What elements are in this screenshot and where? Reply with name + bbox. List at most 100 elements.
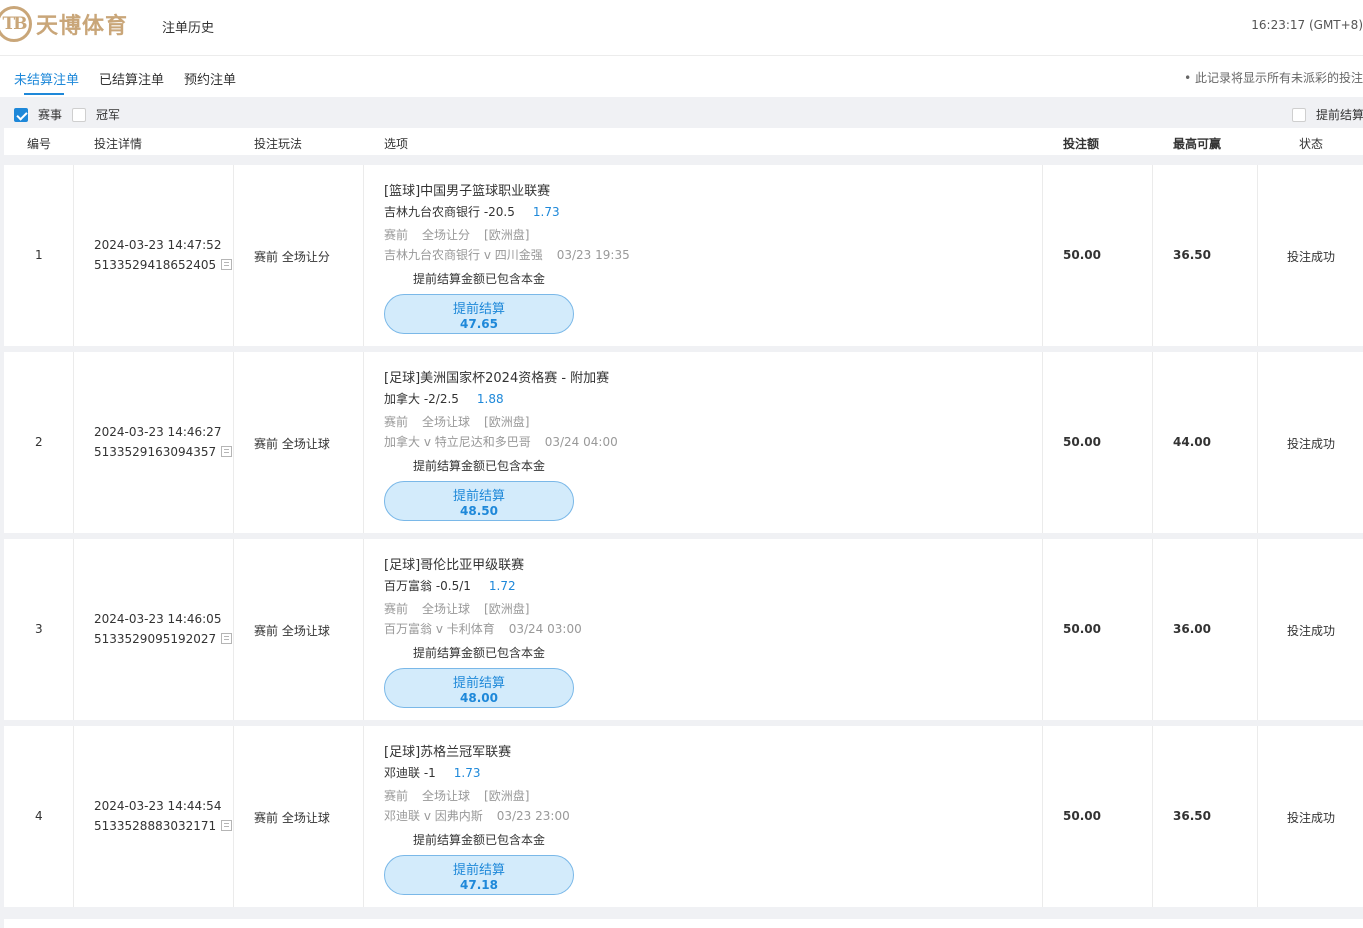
column-divider xyxy=(233,726,234,907)
cashout-amount: 47.65 xyxy=(460,317,498,331)
table-row: 1 2024-03-23 14:47:52 5133529418652405 赛… xyxy=(4,165,1363,346)
selection: 邓迪联 -1 xyxy=(384,766,436,780)
match-time: 03/23 19:35 xyxy=(556,248,630,262)
match-time: 03/23 23:00 xyxy=(496,809,570,823)
cashout-amount: 48.50 xyxy=(460,504,498,518)
odds: 1.73 xyxy=(453,766,481,780)
match-line: 百万富翁 v 卡利体育 03/24 03:00 xyxy=(384,620,582,637)
selection: 加拿大 -2/2.5 xyxy=(384,392,459,406)
cashout-label: 提前结算 xyxy=(452,302,505,317)
selection-line: 百万富翁 -0.5/1 1.72 xyxy=(384,577,516,594)
market-line: 赛前 全场让球 [欧洲盘] xyxy=(384,787,529,804)
content-area: 赛事 冠军 提前结算 编号 投注详情 投注玩法 选项 投注额 最高可赢 状态 1… xyxy=(0,97,1363,928)
event-checkbox[interactable] xyxy=(14,108,28,122)
column-divider xyxy=(73,726,74,907)
cashout-note: 提前结算金额已包含本金 xyxy=(413,459,546,473)
bet-type: 赛前 全场让球 xyxy=(254,437,330,451)
column-divider xyxy=(73,165,74,346)
col-detail: 投注详情 xyxy=(94,137,143,151)
cashout-button[interactable]: 提前结算 48.50 xyxy=(384,481,574,521)
column-divider xyxy=(73,352,74,533)
brand-logo[interactable]: TB 天博体育 xyxy=(0,6,128,42)
col-max-win: 最高可赢 xyxy=(1173,137,1222,151)
match-line: 吉林九台农商银行 v 四川金强 03/23 19:35 xyxy=(384,246,630,263)
column-divider xyxy=(1042,539,1043,720)
cashout-filter-label: 提前结算 xyxy=(1316,108,1363,122)
max-win: 36.50 xyxy=(1173,248,1211,262)
notice-text: • 此记录将显示所有未派彩的投注 xyxy=(1184,71,1363,85)
match-line: 邓迪联 v 因弗内斯 03/23 23:00 xyxy=(384,807,570,824)
col-type: 投注玩法 xyxy=(254,137,303,151)
filter-bar: 赛事 冠军 提前结算 xyxy=(0,103,1363,127)
bet-type: 赛前 全场让分 xyxy=(254,250,330,264)
league-name: [足球]苏格兰冠军联赛 xyxy=(384,745,512,760)
odds: 1.73 xyxy=(532,205,560,219)
column-divider xyxy=(1152,352,1153,533)
status: 投注成功 xyxy=(1287,811,1336,825)
stake: 50.00 xyxy=(1063,435,1101,449)
bet-time: 2024-03-23 14:46:27 xyxy=(94,425,222,439)
bet-number: 2 xyxy=(35,435,43,449)
match-time: 03/24 03:00 xyxy=(508,622,582,636)
cashout-label: 提前结算 xyxy=(452,676,505,691)
odds: 1.88 xyxy=(476,392,504,406)
column-divider xyxy=(233,539,234,720)
tab-settled[interactable]: 已结算注单 xyxy=(99,69,164,88)
col-status: 状态 xyxy=(1299,137,1324,151)
column-divider xyxy=(1257,539,1258,720)
column-divider xyxy=(363,539,364,720)
copy-icon[interactable] xyxy=(221,446,233,457)
bet-time: 2024-03-23 14:46:05 xyxy=(94,612,222,626)
copy-icon[interactable] xyxy=(221,259,233,270)
market-line: 赛前 全场让分 [欧洲盘] xyxy=(384,226,529,243)
column-divider xyxy=(1257,726,1258,907)
market-stage: 赛前 xyxy=(384,228,409,242)
bet-id-wrap: 5133529163094357 xyxy=(94,445,233,459)
bet-id-wrap: 5133529095192027 xyxy=(94,632,233,646)
odds-format: [欧洲盘] xyxy=(484,228,530,242)
stake: 50.00 xyxy=(1063,622,1101,636)
copy-icon[interactable] xyxy=(221,820,233,831)
column-divider xyxy=(1152,726,1153,907)
match-line: 加拿大 v 特立尼达和多巴哥 03/24 04:00 xyxy=(384,433,618,450)
tab-reserved[interactable]: 预约注单 xyxy=(184,69,236,88)
market-line: 赛前 全场让球 [欧洲盘] xyxy=(384,600,529,617)
market-type: 全场让球 xyxy=(422,789,471,803)
brand-name: 天博体育 xyxy=(36,14,129,39)
selection-line: 加拿大 -2/2.5 1.88 xyxy=(384,390,504,407)
column-divider xyxy=(1257,165,1258,346)
match-teams: 吉林九台农商银行 v 四川金强 xyxy=(384,248,543,262)
cashout-button[interactable]: 提前结算 48.00 xyxy=(384,668,574,708)
max-win: 36.00 xyxy=(1173,622,1211,636)
outright-checkbox[interactable] xyxy=(72,108,86,122)
column-divider xyxy=(1152,165,1153,346)
max-win: 44.00 xyxy=(1173,435,1211,449)
status: 投注成功 xyxy=(1287,624,1336,638)
bet-history-page: TB 天博体育 注单历史 16:23:17 (GMT+8) 未结算注单 已结算注… xyxy=(0,0,1363,928)
header-bar: TB 天博体育 注单历史 16:23:17 (GMT+8) xyxy=(0,0,1363,56)
col-no: 编号 xyxy=(27,137,52,151)
table-row: 3 2024-03-23 14:46:05 5133529095192027 赛… xyxy=(4,539,1363,720)
cashout-label: 提前结算 xyxy=(452,489,505,504)
tab-unsettled[interactable]: 未结算注单 xyxy=(14,69,79,88)
table-row: 4 2024-03-23 14:44:54 5133528883032171 赛… xyxy=(4,726,1363,907)
cashout-button[interactable]: 提前结算 47.18 xyxy=(384,855,574,895)
bet-number: 4 xyxy=(35,809,43,823)
league-name: [足球]哥伦比亚甲级联赛 xyxy=(384,558,525,573)
cashout-checkbox[interactable] xyxy=(1292,108,1306,122)
match-teams: 邓迪联 v 因弗内斯 xyxy=(384,809,483,823)
cashout-note: 提前结算金额已包含本金 xyxy=(413,833,546,847)
status: 投注成功 xyxy=(1287,437,1336,451)
league-name: [足球]美洲国家杯2024资格赛 - 附加赛 xyxy=(384,371,610,386)
market-type: 全场让球 xyxy=(422,602,471,616)
column-divider xyxy=(73,539,74,720)
league-name: [篮球]中国男子篮球职业联赛 xyxy=(384,184,551,199)
bet-id: 5133529418652405 xyxy=(94,258,217,272)
copy-icon[interactable] xyxy=(221,633,233,644)
column-divider xyxy=(363,726,364,907)
cashout-button[interactable]: 提前结算 47.65 xyxy=(384,294,574,334)
match-time: 03/24 04:00 xyxy=(544,435,618,449)
table-row: 2 2024-03-23 14:46:27 5133529163094357 赛… xyxy=(4,352,1363,533)
clock: 16:23:17 (GMT+8) xyxy=(1251,18,1363,32)
market-stage: 赛前 xyxy=(384,602,409,616)
